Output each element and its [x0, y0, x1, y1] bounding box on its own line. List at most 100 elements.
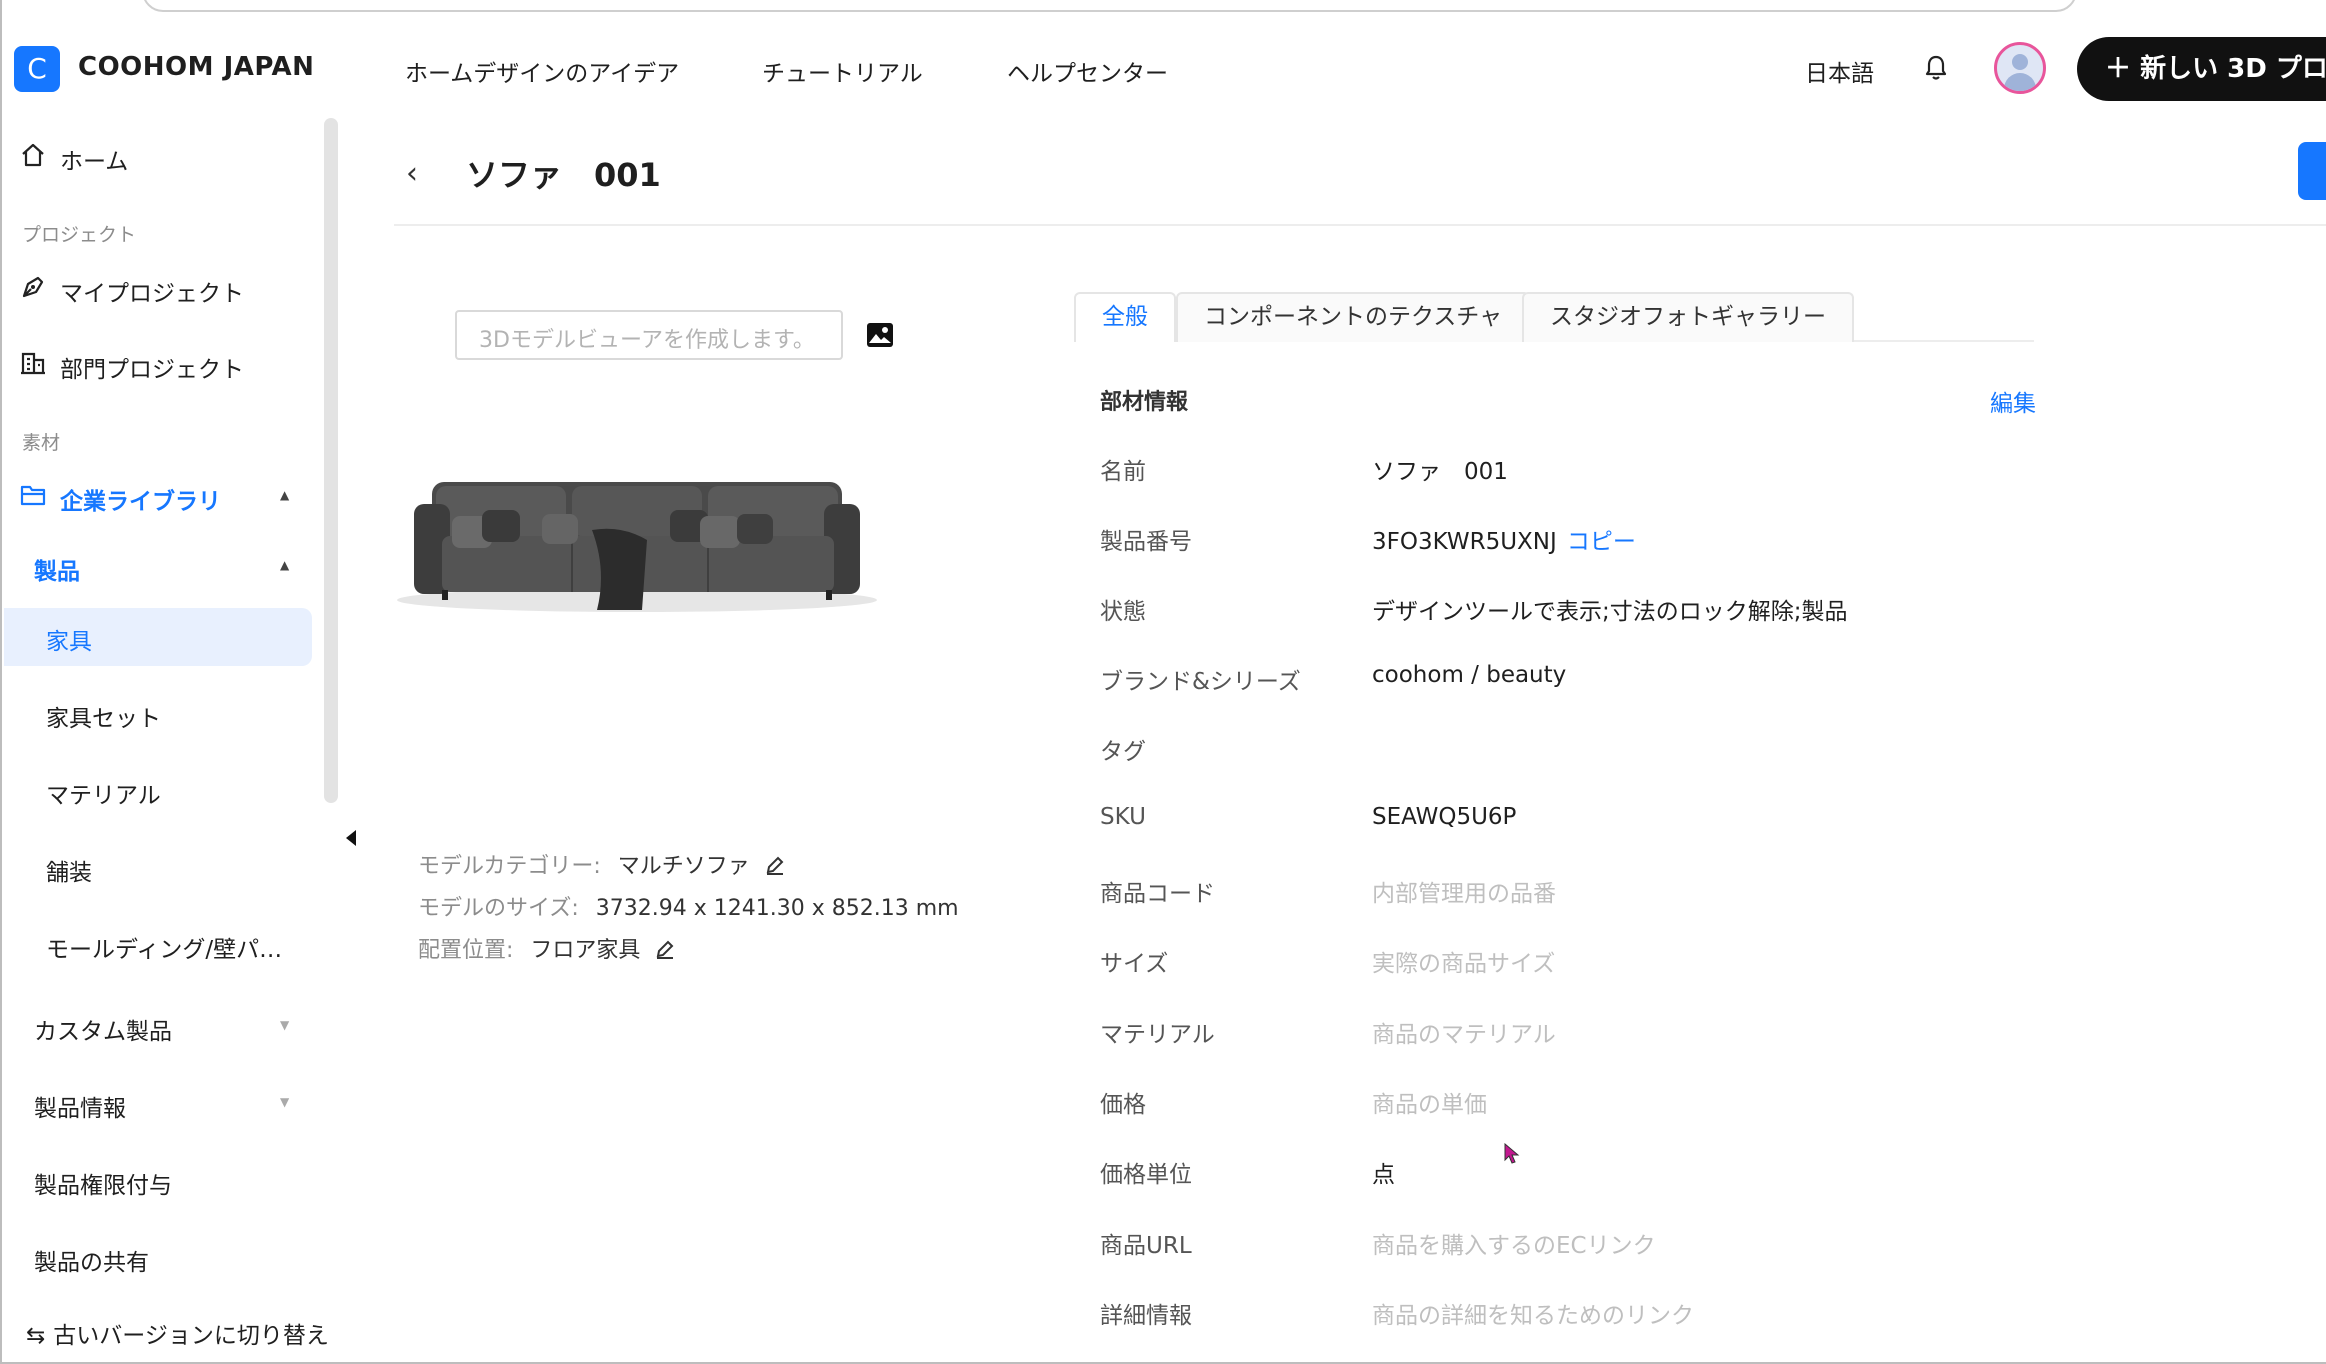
language-selector[interactable]: 日本語: [1805, 54, 1874, 88]
sidebar-item-label: 部門プロジェクト: [60, 357, 244, 383]
caret-up-icon: ▲: [280, 558, 290, 572]
back-chevron-icon[interactable]: ‹: [406, 156, 418, 191]
page-title: ソファ 001: [466, 156, 661, 194]
info-value-product-code: 内部管理用の品番: [1372, 881, 1556, 907]
sidebar-item-label: 製品権限付与: [34, 1173, 172, 1199]
plus-icon: ＋: [2105, 54, 2141, 84]
new-project-label: 新しい 3D プロジ: [2140, 54, 2326, 84]
sidebar-item-label: 製品の共有: [34, 1250, 149, 1276]
info-value-brand-series: coohom / beauty: [1372, 662, 1567, 688]
tab-general[interactable]: 全般: [1074, 292, 1176, 342]
copy-link[interactable]: コピー: [1567, 529, 1636, 555]
sidebar-item-molding[interactable]: モールディング/壁パ…: [4, 930, 304, 963]
collapse-sidebar-icon[interactable]: [346, 830, 356, 846]
section-label-project: プロジェクト: [22, 224, 137, 246]
sidebar-item-product-sharing[interactable]: 製品の共有: [4, 1243, 304, 1276]
model-size: モデルのサイズ: 3732.94 x 1241.30 x 852.13 mm: [418, 890, 959, 922]
sidebar-item-label: 家具セット: [46, 706, 161, 732]
product-number-text: 3FO3KWR5UXNJ: [1372, 529, 1557, 555]
app-window: C COOHOM JAPAN ホームデザインのアイデア チュートリアル ヘルプセ…: [0, 0, 2326, 1364]
section-title-material-info: 部材情報: [1100, 390, 1189, 415]
info-label-product-number: 製品番号: [1100, 529, 1192, 555]
nav-help-center[interactable]: ヘルプセンター: [1007, 54, 1168, 88]
section-label-material: 素材: [22, 432, 61, 454]
sidebar-item-furniture[interactable]: 家具: [4, 622, 304, 655]
caret-down-icon: ▼: [280, 1018, 290, 1032]
info-label-price-unit: 価格単位: [1100, 1162, 1192, 1188]
sidebar-item-label: 家具: [46, 629, 92, 655]
switch-old-version-label: 古いバージョンに切り替え: [53, 1323, 329, 1349]
edit-pencil-icon[interactable]: [765, 855, 785, 875]
building-icon: [21, 352, 45, 375]
sidebar-item-products[interactable]: 製品 ▲: [4, 552, 304, 585]
nav-tutorial[interactable]: チュートリアル: [762, 54, 923, 88]
image-icon[interactable]: [866, 322, 894, 348]
tab-studio-photo-gallery[interactable]: スタジオフォトギャラリー: [1522, 292, 1854, 342]
sidebar-item-label: 製品: [34, 559, 80, 585]
new-3d-project-button[interactable]: ＋ 新しい 3D プロジ: [2077, 37, 2326, 101]
logo-icon[interactable]: C: [14, 46, 60, 92]
model-size-label: モデルのサイズ:: [418, 896, 579, 921]
swap-arrows-icon: ⇆: [26, 1323, 46, 1349]
info-label-price: 価格: [1100, 1092, 1146, 1118]
caret-down-icon: ▼: [280, 1095, 290, 1109]
info-value-name: ソファ 001: [1372, 459, 1508, 485]
model-category-value: マルチソファ: [617, 854, 750, 879]
sidebar-item-label: カスタム製品: [34, 1019, 172, 1045]
sidebar-item-dept-projects[interactable]: 部門プロジェクト: [4, 350, 304, 383]
info-label-material: マテリアル: [1100, 1022, 1215, 1048]
sidebar-item-product-permission[interactable]: 製品権限付与: [4, 1166, 304, 1199]
info-label-brand-series: ブランド&シリーズ: [1100, 669, 1301, 695]
browser-address-bar[interactable]: [142, 0, 2077, 12]
sidebar-item-home[interactable]: ホーム: [4, 142, 304, 175]
create-3d-viewer-input[interactable]: 3Dモデルビューアを作成します。: [455, 310, 843, 360]
sidebar-item-material[interactable]: マテリアル: [4, 776, 304, 809]
folder-icon: [20, 485, 46, 506]
mouse-cursor-icon: [1504, 1143, 1520, 1164]
info-value-product-url: 商品を購入するのECリンク: [1372, 1233, 1656, 1259]
sidebar-item-label: マイプロジェクト: [60, 281, 244, 307]
sofa-product-image: [397, 482, 877, 612]
top-header: C COOHOM JAPAN ホームデザインのアイデア チュートリアル ヘルプセ…: [2, 16, 2326, 124]
model-size-value: 3732.94 x 1241.30 x 852.13 mm: [595, 896, 959, 921]
info-value-size: 実際の商品サイズ: [1372, 951, 1556, 977]
switch-old-version-link[interactable]: ⇆ 古いバージョンに切り替え: [26, 1316, 329, 1350]
info-label-product-url: 商品URL: [1100, 1233, 1192, 1259]
nav-design-ideas[interactable]: ホームデザインのアイデア: [405, 54, 679, 88]
info-label-size: サイズ: [1100, 951, 1169, 977]
sidebar-item-furniture-set[interactable]: 家具セット: [4, 699, 304, 732]
info-value-status: デザインツールで表示;寸法のロック解除;製品: [1372, 599, 1848, 625]
model-placement-label: 配置位置:: [418, 938, 514, 963]
sidebar-item-label: マテリアル: [46, 783, 161, 809]
info-label-tags: タグ: [1100, 739, 1146, 765]
edit-pencil-icon[interactable]: [655, 939, 675, 959]
sidebar-item-pavement[interactable]: 舗装: [4, 853, 304, 886]
model-placement: 配置位置: フロア家具: [418, 932, 675, 964]
sidebar-item-label: 舗装: [46, 860, 92, 886]
avatar-head: [2012, 54, 2028, 70]
info-value-price-unit: 点: [1372, 1162, 1395, 1188]
home-icon: [22, 143, 44, 167]
info-label-sku: SKU: [1100, 804, 1146, 830]
brand-name[interactable]: COOHOM JAPAN: [78, 52, 314, 82]
model-category: モデルカテゴリー: マルチソファ: [418, 848, 785, 880]
info-value-product-number: 3FO3KWR5UXNJ コピー: [1372, 522, 1636, 556]
tab-component-texture[interactable]: コンポーネントのテクスチャ: [1176, 292, 1531, 342]
edit-link[interactable]: 編集: [1990, 384, 2036, 418]
info-value-sku: SEAWQ5U6P: [1372, 804, 1517, 830]
sidebar-item-label: ホーム: [60, 149, 129, 175]
sidebar-item-custom-products[interactable]: カスタム製品 ▼: [4, 1012, 304, 1045]
sidebar-item-my-projects[interactable]: マイプロジェクト: [4, 274, 304, 307]
info-label-status: 状態: [1100, 599, 1146, 625]
bell-icon[interactable]: [1924, 54, 1948, 82]
info-value-price: 商品の単価: [1372, 1092, 1487, 1118]
primary-action-button[interactable]: [2298, 142, 2326, 200]
user-avatar[interactable]: [1994, 42, 2046, 94]
caret-up-icon: ▲: [280, 488, 290, 502]
sidebar-scrollbar[interactable]: [324, 118, 338, 803]
info-label-details: 詳細情報: [1100, 1303, 1192, 1329]
sidebar: ホーム プロジェクト マイプロジェクト 部門プロジェクト 素材 企業ライブラリ …: [4, 124, 344, 1362]
sidebar-item-product-info[interactable]: 製品情報 ▼: [4, 1089, 304, 1122]
sidebar-item-enterprise-library[interactable]: 企業ライブラリ ▲: [4, 482, 304, 515]
info-label-name: 名前: [1100, 459, 1146, 485]
